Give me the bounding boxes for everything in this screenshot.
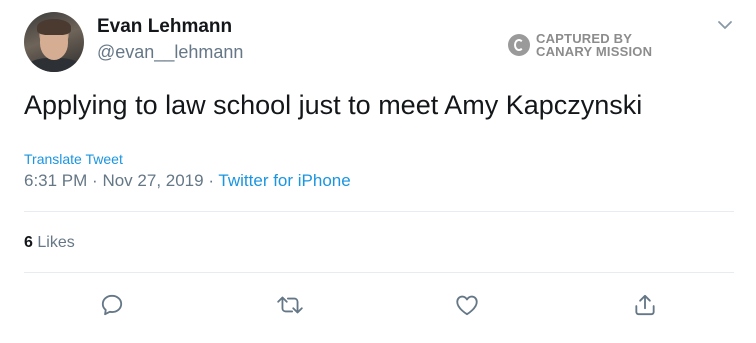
tweet-card: Evan Lehmann @evan__lehmann CAPTURED BY …: [0, 0, 756, 343]
tweet-date[interactable]: Nov 27, 2019: [102, 171, 203, 190]
avatar[interactable]: [24, 12, 84, 72]
tweet-source-link[interactable]: Twitter for iPhone: [218, 171, 350, 190]
canary-logo-icon: [508, 34, 530, 56]
likes-label: Likes: [37, 234, 75, 251]
like-button[interactable]: [453, 291, 481, 319]
avatar-shirt: [28, 58, 80, 72]
heart-icon: [456, 295, 478, 316]
display-name[interactable]: Evan Lehmann: [97, 16, 232, 38]
canary-mission-watermark: CAPTURED BY CANARY MISSION: [508, 31, 652, 59]
retweet-button[interactable]: [276, 291, 304, 319]
watermark-line-2: CANARY MISSION: [536, 44, 653, 59]
avatar-hair: [37, 19, 71, 35]
meta-separator: ·: [92, 171, 98, 190]
share-icon: [635, 294, 655, 316]
chevron-down-icon[interactable]: [716, 16, 734, 34]
user-handle[interactable]: @evan__lehmann: [97, 42, 243, 63]
watermark-text: CAPTURED BY CANARY MISSION: [536, 32, 652, 58]
reply-button[interactable]: [98, 291, 126, 319]
tweet-meta: 6:31 PM · Nov 27, 2019 · Twitter for iPh…: [24, 171, 351, 191]
tweet-time[interactable]: 6:31 PM: [24, 171, 87, 190]
likes-count: 6: [24, 234, 33, 251]
likes-stat[interactable]: 6 Likes: [24, 234, 75, 252]
divider: [24, 211, 734, 212]
meta-separator: ·: [208, 171, 214, 190]
reply-icon: [101, 294, 123, 316]
divider: [24, 272, 734, 273]
translate-tweet-link[interactable]: Translate Tweet: [24, 151, 123, 167]
share-button[interactable]: [631, 291, 659, 319]
tweet-text: Applying to law school just to meet Amy …: [24, 90, 643, 120]
retweet-icon: [277, 296, 303, 314]
